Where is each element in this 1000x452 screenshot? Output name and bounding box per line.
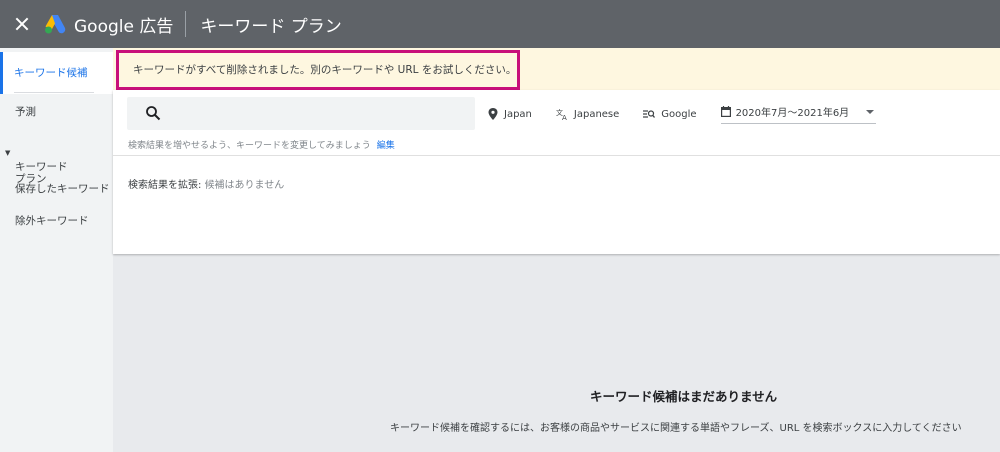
brand-name: Google 広告: [74, 16, 174, 37]
sidebar-divider: [14, 92, 94, 93]
empty-state-title-text: キーワード候補はまだありません: [590, 389, 778, 404]
search-hint: 検索結果を増やせるよう、キーワードを変更してみましょう 編集: [128, 138, 395, 151]
card-divider: [113, 155, 1000, 156]
caret-down-icon: ▼: [5, 149, 11, 157]
sidebar-item-negative-keywords[interactable]: 除外キーワード: [0, 213, 113, 228]
date-range-select[interactable]: 2020年7月～2021年6月: [720, 104, 876, 124]
language-label: Japanese: [573, 108, 620, 120]
edit-link[interactable]: 編集: [377, 141, 395, 151]
sidebar-item-label: 除外キーワード: [15, 215, 89, 227]
sidebar-item-label: 予測: [15, 106, 36, 118]
sidebar-item-label: 保存したキーワード: [15, 183, 110, 195]
page-title: キーワード プラン: [200, 16, 342, 37]
svg-text:A: A: [562, 114, 567, 120]
search-icon: [146, 106, 161, 121]
sidebar: キーワード候補 予測 ▼ キーワード プラン 保存したキーワード 除外キーワード: [0, 48, 113, 452]
banner-message: キーワードがすべて削除されました。別のキーワードや URL をお試しください。: [133, 64, 517, 76]
main-content: キーワードがすべて削除されました。別のキーワードや URL をお試しください。 …: [113, 48, 1000, 452]
header-divider: [185, 11, 187, 37]
date-range-label: 2020年7月～2021年6月: [735, 108, 850, 119]
network-filter[interactable]: Google: [643, 108, 697, 120]
location-filter[interactable]: Japan: [488, 108, 532, 120]
network-label: Google: [661, 108, 697, 120]
sidebar-item-forecast[interactable]: 予測: [0, 104, 113, 119]
sidebar-item-keyword-ideas[interactable]: キーワード候補: [0, 52, 113, 94]
expand-results: 検索結果を拡張: 候補はありません: [128, 176, 284, 191]
sidebar-item-keyword-plan[interactable]: ▼ キーワード プラン: [0, 137, 113, 185]
location-label: Japan: [504, 108, 532, 120]
expand-value: 候補はありません: [204, 180, 285, 191]
sidebar-item-saved-keywords[interactable]: 保存したキーワード: [0, 181, 113, 196]
sidebar-item-label: キーワード候補: [14, 67, 88, 79]
search-input[interactable]: [127, 97, 475, 130]
filter-bar: Japan 文 A Japanese Google 2020年7月～2021年6…: [488, 104, 876, 124]
dropdown-arrow-icon: [865, 109, 874, 114]
expand-label: 検索結果を拡張:: [128, 180, 202, 191]
google-ads-logo-icon: [45, 15, 66, 34]
calendar-icon: [720, 106, 731, 117]
search-network-icon: [643, 110, 656, 118]
location-pin-icon: [488, 108, 498, 120]
notification-banner: キーワードがすべて削除されました。別のキーワードや URL をお試しください。: [113, 48, 1000, 90]
top-app-bar: Google 広告 キーワード プラン: [0, 0, 1000, 48]
search-card: Japan 文 A Japanese Google 2020年7月～2021年6…: [113, 90, 1000, 254]
translate-icon: 文 A: [556, 108, 567, 120]
language-filter[interactable]: 文 A Japanese: [556, 108, 619, 120]
close-icon[interactable]: [15, 17, 29, 31]
empty-state-description: キーワード候補を確認するには、お客様の商品やサービスに関連する単語やフレーズ、U…: [390, 423, 962, 434]
empty-state-title: キーワード候補はまだありません: [113, 386, 1000, 405]
hint-text: 検索結果を増やせるよう、キーワードを変更してみましょう: [128, 141, 371, 151]
